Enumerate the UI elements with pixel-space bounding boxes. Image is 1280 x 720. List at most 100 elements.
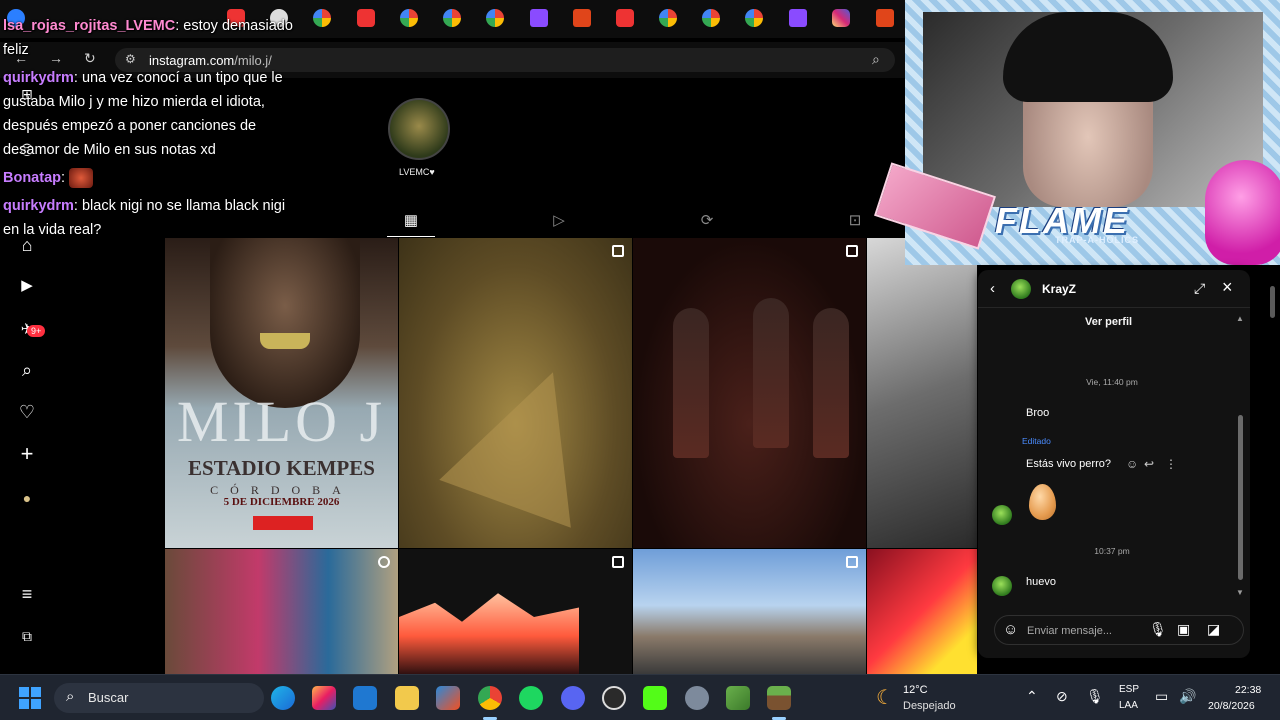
close-icon[interactable]: × [1222, 277, 1233, 298]
chrome-icon[interactable] [478, 686, 502, 710]
start-button[interactable] [19, 687, 41, 709]
moon-weather-icon[interactable]: ☾ [876, 685, 894, 710]
edited-label[interactable]: Editado [1022, 436, 1051, 446]
clock-time[interactable]: 22:38 [1235, 684, 1261, 696]
input-language[interactable]: ESP [1119, 684, 1139, 695]
page-scrollbar-thumb[interactable] [1270, 286, 1275, 318]
create-plus-icon[interactable]: + [17, 443, 37, 465]
image-icon[interactable]: ▣ [1177, 621, 1190, 638]
contact-avatar [992, 576, 1012, 596]
story-highlight-avatar[interactable] [388, 98, 450, 160]
emoji-icon[interactable]: ☺ [1003, 621, 1018, 638]
store-icon[interactable] [436, 686, 460, 710]
posts-grid-tab-icon[interactable]: ▦ [402, 211, 420, 229]
tab-google-icon[interactable] [400, 9, 418, 27]
post-tile-red-mountains[interactable] [399, 549, 632, 674]
discord-icon[interactable] [561, 686, 585, 710]
contact-name[interactable]: KrayZ [1042, 282, 1076, 296]
notification-badge: 9+ [27, 325, 46, 337]
tab-youtube-icon[interactable] [616, 9, 634, 27]
minecraft-launcher-icon[interactable] [726, 686, 750, 710]
tab-google-icon[interactable] [659, 9, 677, 27]
obs-icon[interactable] [602, 686, 626, 710]
page-scrollbar[interactable] [1268, 268, 1276, 668]
edge-icon[interactable] [271, 686, 295, 710]
meta-apps-icon[interactable]: ⧉ [17, 626, 37, 646]
tab-google-icon[interactable] [486, 9, 504, 27]
gold-triangle-shape [439, 348, 619, 528]
spotify-icon[interactable] [519, 686, 543, 710]
post-tile-bathroom[interactable] [867, 238, 977, 548]
keyboard-layout[interactable]: LAA [1119, 700, 1138, 711]
dm-scrollbar-thumb[interactable] [1238, 415, 1243, 580]
stream-chat-overlay: lsa_rojas_rojitas_LVEMC: estoy demasiado… [3, 14, 303, 246]
message-composer: ☺ 🎙 ▣ ◪ [994, 615, 1244, 645]
react-emoji-icon[interactable]: ☺ [1126, 457, 1138, 471]
minecraft-icon[interactable] [767, 686, 791, 710]
more-menu-icon[interactable]: ≡ [17, 584, 37, 604]
more-options-icon[interactable]: ⋮ [1165, 457, 1177, 471]
network-off-icon[interactable]: ⊘ [1056, 688, 1068, 705]
outlook-icon[interactable] [353, 686, 377, 710]
tab-google-icon[interactable] [313, 9, 331, 27]
poster-subtitle: ESTADIO KEMPES [188, 456, 375, 480]
taskbar-search[interactable]: ⌕ Buscar [54, 683, 264, 713]
chat-text: : [61, 170, 66, 186]
weather-description[interactable]: Despejado [903, 700, 956, 712]
post-tile-concert-poster[interactable]: MILO J ESTADIO KEMPES CÓRDOBA 5 DE DICIE… [165, 238, 398, 548]
reels-tab-icon[interactable]: ▷ [550, 211, 568, 229]
show-hidden-icons-chevron-icon[interactable]: ⌃ [1026, 688, 1038, 705]
windows-taskbar: ⌕ Buscar ☾ 12°C Despejado ⌃ ⊘ 🎙 ESP LAA … [0, 674, 1280, 720]
microphone-icon[interactable]: 🎙 [1086, 688, 1104, 705]
file-explorer-icon[interactable] [395, 686, 419, 710]
carousel-icon [612, 556, 624, 568]
expand-icon[interactable]: ⤢ [1194, 280, 1205, 297]
tab-google-icon[interactable] [443, 9, 461, 27]
message-text[interactable]: huevo [1026, 576, 1056, 588]
tab-feather-icon[interactable] [789, 9, 807, 27]
tab-google-icon[interactable] [702, 9, 720, 27]
egg-sticker[interactable] [1029, 484, 1056, 520]
scroll-up-arrow-icon[interactable]: ▲ [1236, 314, 1244, 323]
tab-google-icon[interactable] [745, 9, 763, 27]
reply-icon[interactable]: ↩ [1144, 457, 1154, 471]
tagged-tab-icon[interactable]: ⊡ [846, 211, 864, 229]
view-profile-button[interactable]: Ver perfil [1085, 316, 1132, 328]
flame-logo: FLAME [995, 200, 1129, 241]
active-tab-indicator [387, 236, 435, 237]
copilot-icon[interactable] [312, 686, 336, 710]
volume-icon[interactable]: 🔊 [1179, 688, 1196, 705]
profile-avatar[interactable]: ● [17, 488, 37, 508]
message-text[interactable]: Estás vivo perro? [1026, 458, 1111, 470]
chat-message: quirkydrm: una vez conocí a un tipo que … [3, 66, 303, 162]
tab-youtube-icon[interactable] [357, 9, 375, 27]
kick-icon[interactable] [643, 686, 667, 710]
back-chevron-icon[interactable]: ‹ [990, 280, 995, 297]
sticker-icon[interactable]: ◪ [1207, 621, 1220, 638]
notifications-heart-icon[interactable]: ♡ [17, 402, 37, 422]
scroll-down-arrow-icon[interactable]: ▼ [1236, 588, 1244, 597]
message-text[interactable]: Broo [1026, 407, 1049, 419]
reels-icon[interactable]: ▶ [17, 276, 37, 296]
weather-temperature[interactable]: 12°C [903, 684, 928, 696]
clock-date[interactable]: 20/8/2026 [1208, 700, 1255, 712]
tab-feather-icon[interactable] [530, 9, 548, 27]
post-tile-gold-texture[interactable] [399, 238, 632, 548]
settings-gear-icon[interactable] [685, 686, 709, 710]
tab-youtube-red-icon[interactable] [876, 9, 894, 27]
microphone-icon[interactable]: 🎙 [1149, 621, 1167, 638]
contact-avatar[interactable] [1011, 279, 1031, 299]
post-tile-stage-performers[interactable] [633, 238, 866, 548]
message-input[interactable] [1027, 622, 1137, 640]
zoom-icon[interactable]: ⌕ [872, 51, 880, 68]
reposts-tab-icon[interactable]: ⟳ [698, 211, 716, 229]
tab-youtube-red-icon[interactable] [573, 9, 591, 27]
post-tile-band-session[interactable] [165, 549, 398, 674]
post-tile-city-street[interactable] [633, 549, 866, 674]
dm-header: ‹ KrayZ ⤢ × [978, 270, 1250, 308]
post-tile-red-yellow[interactable] [867, 549, 977, 674]
display-icon[interactable]: ▭ [1155, 688, 1168, 705]
tab-instagram-icon[interactable] [832, 9, 850, 27]
contact-avatar [992, 505, 1012, 525]
search-icon[interactable]: ⌕ [17, 360, 37, 380]
